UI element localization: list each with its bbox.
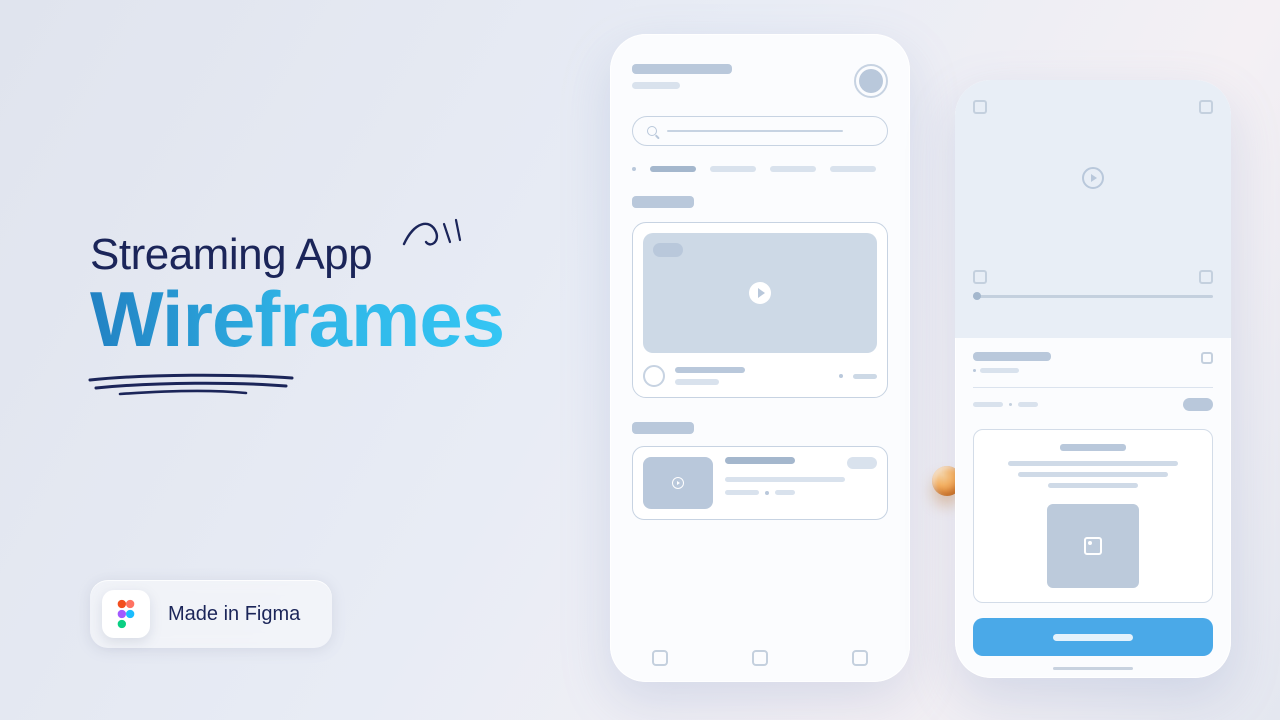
headline-line2: Wireframes: [90, 274, 504, 365]
tab-item[interactable]: [710, 166, 756, 172]
pill-badge: [847, 457, 877, 469]
made-in-figma-badge: Made in Figma: [90, 580, 332, 648]
author-avatar-icon[interactable]: [643, 365, 665, 387]
play-icon[interactable]: [1082, 167, 1104, 189]
avatar-icon[interactable]: [854, 64, 888, 98]
row-text-placeholder: [725, 477, 845, 482]
play-icon[interactable]: [672, 477, 684, 489]
play-icon[interactable]: [749, 282, 771, 304]
flourish-icon: [400, 214, 474, 258]
search-icon: [647, 126, 657, 136]
control-icon[interactable]: [973, 100, 987, 114]
badge-label: Made in Figma: [168, 603, 300, 626]
progress-handle[interactable]: [973, 292, 981, 300]
video-player-area[interactable]: [955, 80, 1231, 338]
nav-item-icon[interactable]: [752, 650, 768, 666]
action-icon[interactable]: [1201, 352, 1213, 364]
image-icon: [1084, 537, 1102, 555]
tab-item[interactable]: [770, 166, 816, 172]
screen-title-placeholder: [632, 64, 732, 89]
wireframe-phone-list: [610, 34, 910, 682]
wireframe-phone-detail: [955, 80, 1231, 678]
control-icon[interactable]: [1199, 100, 1213, 114]
section-label: [632, 422, 694, 434]
primary-cta-button[interactable]: [973, 618, 1213, 656]
video-thumbnail-small[interactable]: [643, 457, 713, 509]
video-subtitle-placeholder: [675, 379, 719, 385]
figma-icon: [102, 590, 150, 638]
control-icon[interactable]: [1199, 270, 1213, 284]
detail-title-placeholder: [973, 352, 1051, 361]
progress-track[interactable]: [973, 295, 1213, 298]
video-thumbnail[interactable]: [643, 233, 877, 353]
category-tabs[interactable]: [610, 146, 910, 172]
detail-subtitle-placeholder: [973, 368, 1019, 373]
badge-chip: [653, 243, 683, 257]
video-title-placeholder: [675, 367, 745, 373]
meta-placeholder: [853, 374, 877, 379]
video-row-card[interactable]: [632, 446, 888, 520]
row-title-placeholder: [725, 457, 795, 464]
bottom-navigation[interactable]: [610, 650, 910, 666]
pill-badge[interactable]: [1183, 398, 1213, 411]
search-input[interactable]: [632, 116, 888, 146]
tab-item[interactable]: [650, 166, 696, 172]
underline-scribble-icon: [86, 372, 296, 398]
tab-item[interactable]: [830, 166, 876, 172]
control-icon[interactable]: [973, 270, 987, 284]
section-label: [632, 196, 694, 208]
home-indicator: [1053, 667, 1133, 670]
image-placeholder: [1047, 504, 1139, 588]
nav-item-icon[interactable]: [652, 650, 668, 666]
featured-video-card[interactable]: [632, 222, 888, 398]
description-card: [973, 429, 1213, 603]
nav-item-icon[interactable]: [852, 650, 868, 666]
